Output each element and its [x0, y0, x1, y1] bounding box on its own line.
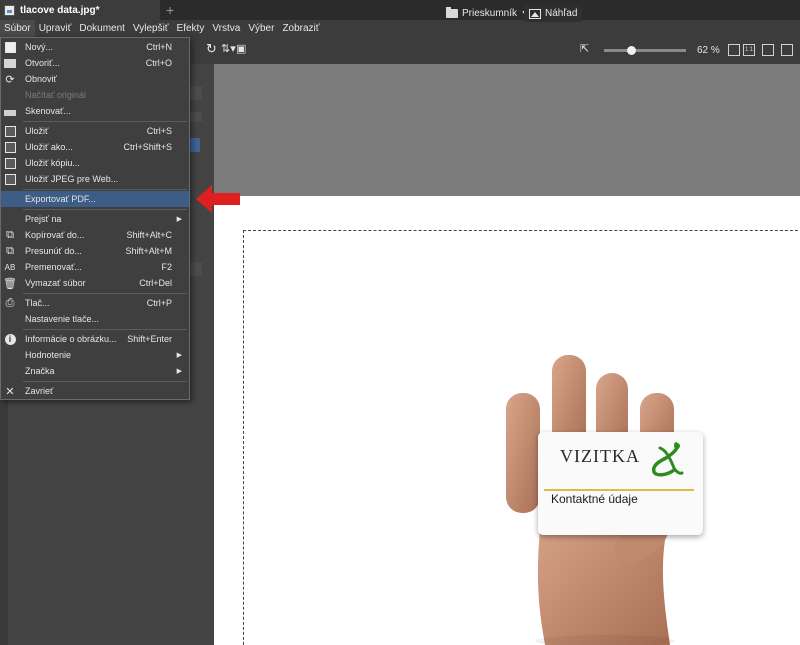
- panel-row: [190, 112, 202, 122]
- explorer-label: Prieskumník: [462, 8, 518, 19]
- save-copy-icon: [4, 157, 16, 169]
- file-menu-dropdown: Nový... Ctrl+N Otvoriť... Ctrl+O ⟳ Obnov…: [0, 37, 190, 400]
- menu-item-refresh[interactable]: ⟳ Obnoviť: [1, 71, 189, 87]
- menu-separator: [23, 189, 187, 190]
- print-icon: ⎙: [5, 296, 15, 309]
- menu-upravit[interactable]: Upraviť: [35, 20, 76, 37]
- zoom-level: 62 %: [697, 45, 720, 56]
- zoom-slider-thumb[interactable]: [627, 46, 636, 55]
- menu-zobrazit[interactable]: Zobraziť: [278, 20, 323, 37]
- rotate-icon[interactable]: ↻: [206, 41, 217, 57]
- save-as-icon: [4, 141, 16, 153]
- menu-dokument[interactable]: Dokument: [75, 20, 129, 37]
- card-divider: [544, 489, 694, 491]
- fullscreen-button[interactable]: [762, 44, 774, 56]
- image-icon: [529, 8, 541, 19]
- menu-separator: [23, 381, 187, 382]
- external-window-icon[interactable]: ⇱: [580, 42, 589, 55]
- menu-item-go-to[interactable]: Prejsť na ▶: [1, 211, 189, 227]
- submenu-arrow-icon: ▶: [176, 368, 182, 375]
- menu-separator: [23, 293, 187, 294]
- menu-item-new[interactable]: Nový... Ctrl+N: [1, 39, 189, 55]
- image-file-icon: [4, 4, 15, 16]
- card-title: VIZITKA: [560, 446, 640, 466]
- rename-icon: AB: [4, 262, 16, 272]
- preview-label: Náhľad: [545, 8, 578, 19]
- panel-dropdown[interactable]: [190, 138, 200, 152]
- preview-button[interactable]: Náhľad: [524, 5, 583, 22]
- add-folder-icon[interactable]: ▣: [236, 42, 246, 55]
- copy-to-icon: ⧉: [6, 228, 14, 241]
- open-folder-icon: [4, 57, 16, 69]
- move-to-icon: ⧉: [6, 244, 14, 257]
- tab-title: tlacove data.jpg*: [20, 4, 100, 16]
- panel-row-2: [190, 262, 202, 276]
- menu-item-save-as[interactable]: Uložiť ako... Ctrl+Shift+S: [1, 139, 189, 155]
- menu-item-export-pdf[interactable]: Exportovať PDF...: [1, 191, 189, 207]
- card-logo: [651, 442, 684, 477]
- menu-item-load-original: Načítať originál: [25, 90, 86, 100]
- tab-bar: tlacove data.jpg* +: [0, 0, 800, 20]
- submenu-arrow-icon: ▶: [176, 352, 182, 359]
- menu-efekty[interactable]: Efekty: [173, 20, 209, 37]
- save-icon: [4, 125, 16, 137]
- panel-settings-icon[interactable]: [190, 86, 202, 100]
- document-tab[interactable]: tlacove data.jpg*: [0, 0, 160, 20]
- close-icon: ✕: [5, 385, 15, 398]
- card-contact: Kontaktné údaje: [551, 492, 638, 506]
- menu-bar: Súbor Upraviť Dokument Vylepšiť Efekty V…: [0, 20, 800, 37]
- new-tab-button[interactable]: +: [166, 2, 174, 18]
- menu-item-print[interactable]: ⎙ Tlač... Ctrl+P: [1, 295, 189, 311]
- refresh-icon: ⟳: [5, 73, 15, 86]
- menu-separator: [23, 209, 187, 210]
- menu-item-save[interactable]: Uložiť Ctrl+S: [1, 123, 189, 139]
- submenu-arrow-icon: ▶: [176, 216, 182, 223]
- info-icon: i: [4, 333, 16, 345]
- menu-item-scan[interactable]: Skenovať...: [1, 103, 189, 119]
- menu-item-delete-file[interactable]: 🗑 Vymazať súbor Ctrl+Del: [1, 275, 189, 291]
- explorer-button[interactable]: Prieskumník ▼: [446, 5, 528, 22]
- delete-icon: 🗑: [3, 277, 17, 290]
- save-web-icon: [4, 173, 16, 185]
- menu-item-copy-to[interactable]: ⧉ Kopírovať do... Shift+Alt+C: [1, 227, 189, 243]
- menu-item-tag[interactable]: Značka ▶: [1, 363, 189, 379]
- red-arrow-icon: [196, 185, 240, 213]
- menu-separator: [23, 121, 187, 122]
- menu-separator: [23, 329, 187, 330]
- menu-item-open[interactable]: Otvoriť... Ctrl+O: [1, 55, 189, 71]
- actual-size-button[interactable]: 1:1: [743, 44, 755, 56]
- menu-item-rating[interactable]: Hodnotenie ▶: [1, 347, 189, 363]
- menu-vyber[interactable]: Výber: [244, 20, 278, 37]
- menu-item-image-info[interactable]: i Informácie o obrázku... Shift+Enter: [1, 331, 189, 347]
- menu-item-move-to[interactable]: ⧉ Presunúť do... Shift+Alt+M: [1, 243, 189, 259]
- menu-item-rename[interactable]: AB Premenovať... F2: [1, 259, 189, 275]
- fit-window-button[interactable]: [728, 44, 740, 56]
- menu-subor[interactable]: Súbor: [0, 20, 35, 37]
- zoom-slider[interactable]: [604, 49, 686, 52]
- business-card: VIZITKA Kontaktné údaje: [538, 432, 703, 535]
- menu-vrstva[interactable]: Vrstva: [208, 20, 244, 37]
- new-file-icon: [4, 41, 16, 53]
- menu-item-close[interactable]: ✕ Zavrieť: [1, 383, 189, 399]
- folder-icon: [446, 7, 458, 18]
- fit-width-button[interactable]: [781, 44, 793, 56]
- menu-item-print-setup[interactable]: Nastavenie tlače...: [1, 311, 189, 327]
- scanner-icon: [4, 105, 16, 117]
- menu-vylepsit[interactable]: Vylepšiť: [129, 20, 173, 37]
- sort-arrows-icon[interactable]: ⇅▾: [221, 42, 236, 55]
- menu-item-save-copy[interactable]: Uložiť kópiu...: [1, 155, 189, 171]
- menu-item-save-jpeg-web[interactable]: Uložiť JPEG pre Web...: [1, 171, 189, 187]
